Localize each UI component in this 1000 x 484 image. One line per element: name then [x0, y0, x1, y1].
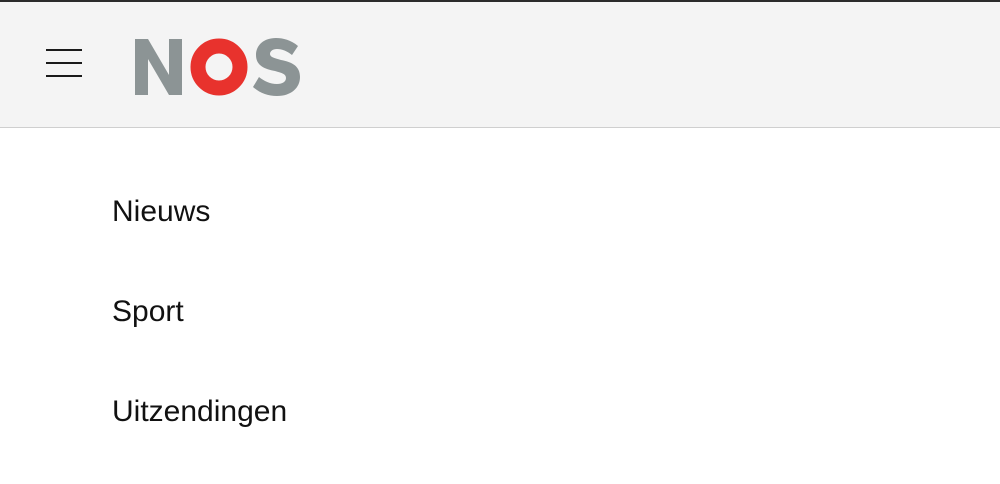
nav-item-nieuws[interactable]: Nieuws [112, 194, 210, 230]
header-bar: NOS [0, 2, 1000, 128]
menu-button[interactable] [38, 40, 90, 88]
nav-item-uitzendingen[interactable]: Uitzendingen [112, 394, 287, 430]
nos-logo[interactable]: NOS [135, 37, 303, 97]
hamburger-menu-icon-line-2 [46, 62, 82, 64]
hamburger-menu-icon-line-3 [46, 75, 82, 77]
nav-item-sport[interactable]: Sport [112, 294, 184, 330]
hamburger-menu-icon-line-1 [46, 49, 82, 51]
logo-text: NOS [135, 97, 136, 98]
nos-logo-icon [135, 38, 300, 96]
